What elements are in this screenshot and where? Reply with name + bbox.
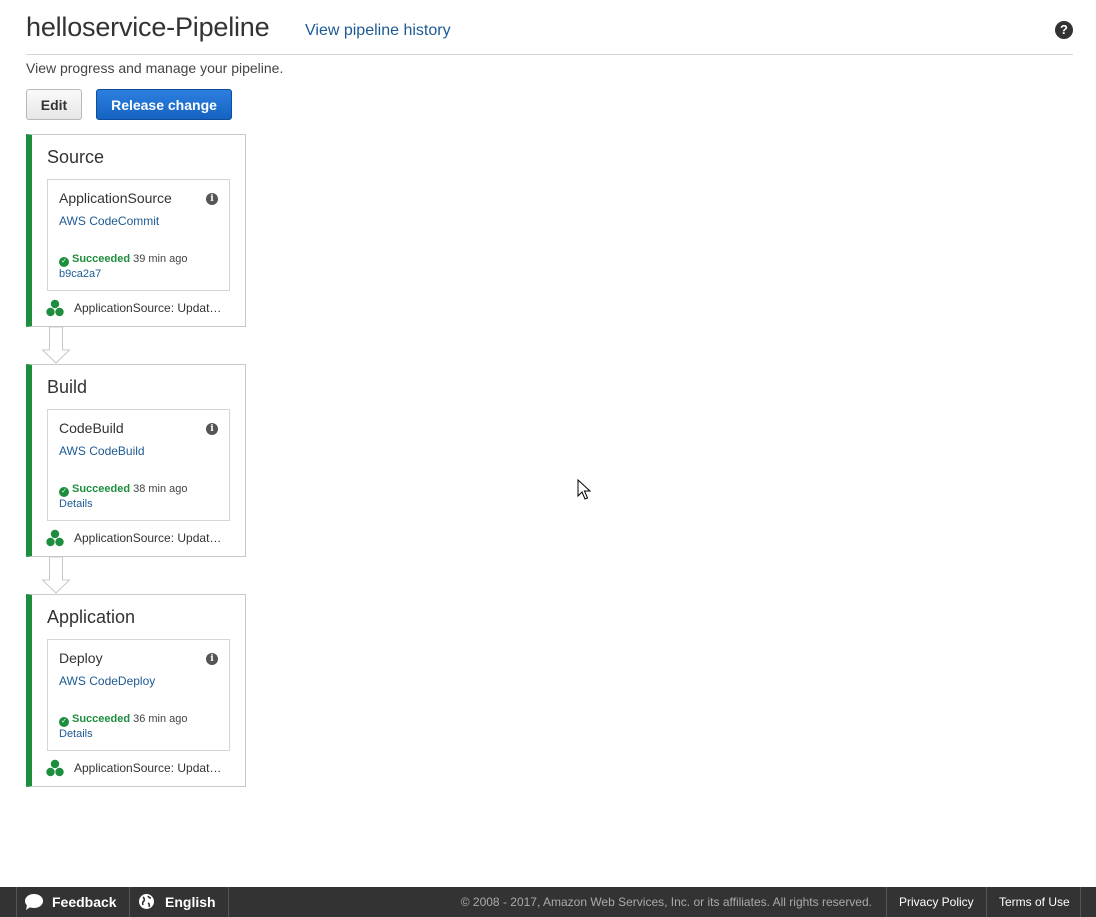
footer-divider bbox=[886, 887, 887, 917]
info-icon[interactable]: i bbox=[206, 653, 218, 665]
view-pipeline-history-link[interactable]: View pipeline history bbox=[305, 22, 451, 40]
action-name: CodeBuild bbox=[59, 420, 124, 436]
details-link[interactable]: Details bbox=[59, 498, 93, 510]
transition-arrow-icon bbox=[41, 327, 71, 364]
stage-build: Build CodeBuild i AWS CodeBuild ✓ Succeed… bbox=[26, 364, 246, 557]
footer-divider bbox=[986, 887, 987, 917]
transition-arrow-icon bbox=[41, 557, 71, 594]
language-label: English bbox=[165, 894, 216, 910]
info-icon[interactable]: i bbox=[206, 423, 218, 435]
edit-button[interactable]: Edit bbox=[26, 89, 82, 120]
action-card-deploy: Deploy i AWS CodeDeploy ✓ Succeeded 36 min… bbox=[47, 639, 230, 751]
stage-source: Source ApplicationSource i AWS CodeCommi… bbox=[26, 134, 246, 327]
feedback-label: Feedback bbox=[52, 894, 117, 910]
stage-name: Build bbox=[47, 377, 88, 397]
action-name: Deploy bbox=[59, 650, 103, 666]
stage-application: Application Deploy i AWS CodeDeploy ✓ Suc… bbox=[26, 594, 246, 787]
footer-divider bbox=[228, 887, 229, 917]
status-text: Succeeded bbox=[72, 253, 131, 265]
status-row: ✓ Succeeded 39 min ago bbox=[59, 253, 188, 267]
globe-icon bbox=[139, 894, 154, 909]
mouse-cursor-icon bbox=[577, 479, 591, 500]
check-circle-icon: ✓ bbox=[59, 487, 69, 497]
revision-text[interactable]: ApplicationSource: Updated README.md bbox=[74, 761, 222, 775]
status-text: Succeeded bbox=[72, 713, 131, 725]
provider-link[interactable]: AWS CodeBuild bbox=[59, 444, 145, 458]
page-subtitle: View progress and manage your pipeline. bbox=[26, 60, 284, 76]
revision-dots-icon bbox=[46, 759, 64, 777]
provider-link[interactable]: AWS CodeDeploy bbox=[59, 674, 155, 688]
status-time: 38 min ago bbox=[133, 483, 188, 495]
revision-row: ApplicationSource: Updated README.md bbox=[46, 759, 236, 777]
stage-name: Application bbox=[47, 607, 136, 627]
revision-dots-icon bbox=[46, 529, 64, 547]
status-row: ✓ Succeeded 36 min ago bbox=[59, 713, 188, 727]
footer-divider bbox=[129, 887, 130, 917]
action-card-applicationsource: ApplicationSource i AWS CodeCommit ✓ Succ… bbox=[47, 179, 230, 291]
terms-of-use-link[interactable]: Terms of Use bbox=[999, 887, 1070, 917]
status-time: 39 min ago bbox=[133, 253, 188, 265]
details-link[interactable]: Details bbox=[59, 728, 93, 740]
page-header: helloservice-Pipeline View pipeline hist… bbox=[26, 10, 1073, 55]
question-circle-icon[interactable]: ? bbox=[1055, 21, 1073, 39]
page-title: helloservice-Pipeline bbox=[26, 12, 270, 42]
status-row: ✓ Succeeded 38 min ago bbox=[59, 483, 188, 497]
copyright-text: © 2008 - 2017, Amazon Web Services, Inc.… bbox=[460, 895, 872, 909]
revision-text[interactable]: ApplicationSource: Updated README.md bbox=[74, 531, 222, 545]
info-icon[interactable]: i bbox=[206, 193, 218, 205]
revision-text[interactable]: ApplicationSource: Updated README.md bbox=[74, 301, 222, 315]
footer-divider bbox=[1080, 887, 1081, 917]
speech-bubble-icon bbox=[25, 894, 43, 910]
check-circle-icon: ✓ bbox=[59, 257, 69, 267]
status-time: 36 min ago bbox=[133, 713, 188, 725]
privacy-policy-link[interactable]: Privacy Policy bbox=[899, 887, 974, 917]
check-circle-icon: ✓ bbox=[59, 717, 69, 727]
footer-bar: Feedback English © 2008 - 2017, Amazon W… bbox=[0, 887, 1096, 917]
commit-id-link[interactable]: b9ca2a7 bbox=[59, 268, 101, 280]
status-text: Succeeded bbox=[72, 483, 131, 495]
release-change-button[interactable]: Release change bbox=[96, 89, 232, 120]
action-card-codebuild: CodeBuild i AWS CodeBuild ✓ Succeeded 38 m… bbox=[47, 409, 230, 521]
revision-dots-icon bbox=[46, 299, 64, 317]
footer-divider bbox=[16, 887, 17, 917]
action-name: ApplicationSource bbox=[59, 190, 172, 206]
revision-row: ApplicationSource: Updated README.md bbox=[46, 299, 236, 317]
revision-row: ApplicationSource: Updated README.md bbox=[46, 529, 236, 547]
provider-link[interactable]: AWS CodeCommit bbox=[59, 214, 159, 228]
stage-name: Source bbox=[47, 147, 105, 167]
